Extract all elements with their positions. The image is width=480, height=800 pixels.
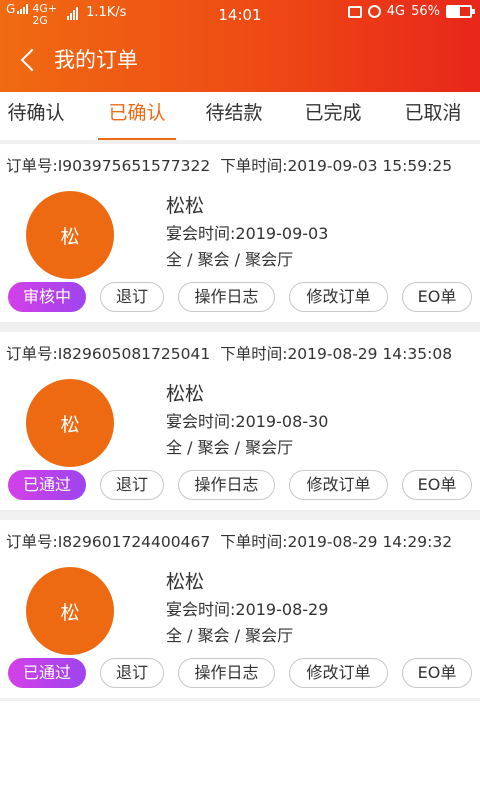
tab-label: 待确认 (7, 102, 65, 124)
venue: 全 / 聚会 / 聚会厅 (166, 250, 294, 269)
banquet-time: 宴会时间:2019-09-03 (166, 224, 329, 243)
status-bar-right: 4G 56% (347, 4, 475, 19)
venue: 全 / 聚会 / 聚会厅 (166, 626, 294, 645)
banquet-time: 宴会时间:2019-08-29 (166, 600, 329, 619)
status-badge: 已通过 (8, 470, 86, 500)
avatar: 松 (26, 379, 114, 467)
order-card[interactable]: 订单号:I829601724400467 下单时间:2019-08-29 14:2… (0, 520, 480, 698)
tab-completed[interactable]: 已完成 (296, 92, 370, 140)
venue: 全 / 聚会 / 聚会厅 (166, 438, 294, 457)
battery-icon (446, 5, 475, 18)
back-button[interactable] (12, 42, 46, 78)
operation-log-button[interactable]: 操作日志 (178, 658, 275, 688)
tab-label: 待结款 (205, 102, 263, 124)
operation-log-button[interactable]: 操作日志 (178, 282, 275, 312)
modify-order-button[interactable]: 修改订单 (289, 282, 388, 312)
chevron-left-icon (20, 48, 44, 72)
operation-log-button[interactable]: 操作日志 (178, 470, 275, 500)
order-time: 下单时间:2019-08-29 14:29:32 (220, 533, 453, 551)
cancel-order-button[interactable]: 退订 (100, 658, 164, 688)
battery-fill (448, 7, 461, 16)
app-header: G 4G+ 2G 1.1K/s 14:01 4G 56% 我的订单 (0, 0, 480, 92)
customer-name: 松松 (166, 383, 205, 405)
order-number: 订单号:I903975651577322 (6, 157, 211, 175)
divider (0, 698, 480, 701)
eo-sheet-button[interactable]: EO单 (402, 470, 472, 500)
order-card[interactable]: 订单号:I829605081725041 下单时间:2019-08-29 14:3… (0, 332, 480, 510)
cancel-order-button[interactable]: 退订 (100, 470, 164, 500)
order-meta: 订单号:I903975651577322 下单时间:2019-09-03 15:5… (6, 156, 452, 176)
order-number: 订单号:I829601724400467 (6, 533, 211, 551)
battery-percent: 56% (411, 4, 440, 19)
divider (0, 510, 480, 520)
order-number: 订单号:I829605081725041 (6, 345, 211, 363)
status-bar: G 4G+ 2G 1.1K/s 14:01 4G 56% (0, 0, 480, 32)
order-meta: 订单号:I829605081725041 下单时间:2019-08-29 14:3… (6, 344, 452, 364)
order-status-tabs: 待确认 已确认 待结款 已完成 已取消 (0, 92, 480, 140)
order-time: 下单时间:2019-08-29 14:35:08 (220, 345, 453, 363)
eo-sheet-button[interactable]: EO单 (402, 282, 472, 312)
cancel-order-button[interactable]: 退订 (100, 282, 164, 312)
status-badge: 审核中 (8, 282, 86, 312)
modify-order-button[interactable]: 修改订单 (289, 658, 388, 688)
lte-indicator: 4G (386, 4, 406, 19)
tab-pending-confirm[interactable]: 待确认 (0, 92, 72, 140)
customer-name: 松松 (166, 571, 205, 593)
eo-sheet-button[interactable]: EO单 (402, 658, 472, 688)
order-meta: 订单号:I829601724400467 下单时间:2019-08-29 14:2… (6, 532, 452, 552)
tab-pending-payment[interactable]: 待结款 (196, 92, 272, 140)
avatar: 松 (26, 191, 114, 279)
vibrate-icon (347, 5, 362, 18)
alarm-icon (367, 5, 381, 18)
modify-order-button[interactable]: 修改订单 (289, 470, 388, 500)
tab-cancelled[interactable]: 已取消 (396, 92, 470, 140)
divider (0, 322, 480, 332)
order-time: 下单时间:2019-09-03 15:59:25 (220, 157, 453, 175)
banquet-time: 宴会时间:2019-08-30 (166, 412, 329, 431)
customer-name: 松松 (166, 195, 205, 217)
navbar: 我的订单 (0, 36, 480, 86)
order-card[interactable]: 订单号:I903975651577322 下单时间:2019-09-03 15:5… (0, 144, 480, 322)
tab-label: 已确认 (108, 102, 166, 124)
page-title: 我的订单 (54, 48, 138, 72)
tab-label: 已取消 (404, 102, 462, 124)
status-badge: 已通过 (8, 658, 86, 688)
tab-label: 已完成 (304, 102, 362, 124)
avatar: 松 (26, 567, 114, 655)
tab-confirmed[interactable]: 已确认 (98, 92, 176, 140)
